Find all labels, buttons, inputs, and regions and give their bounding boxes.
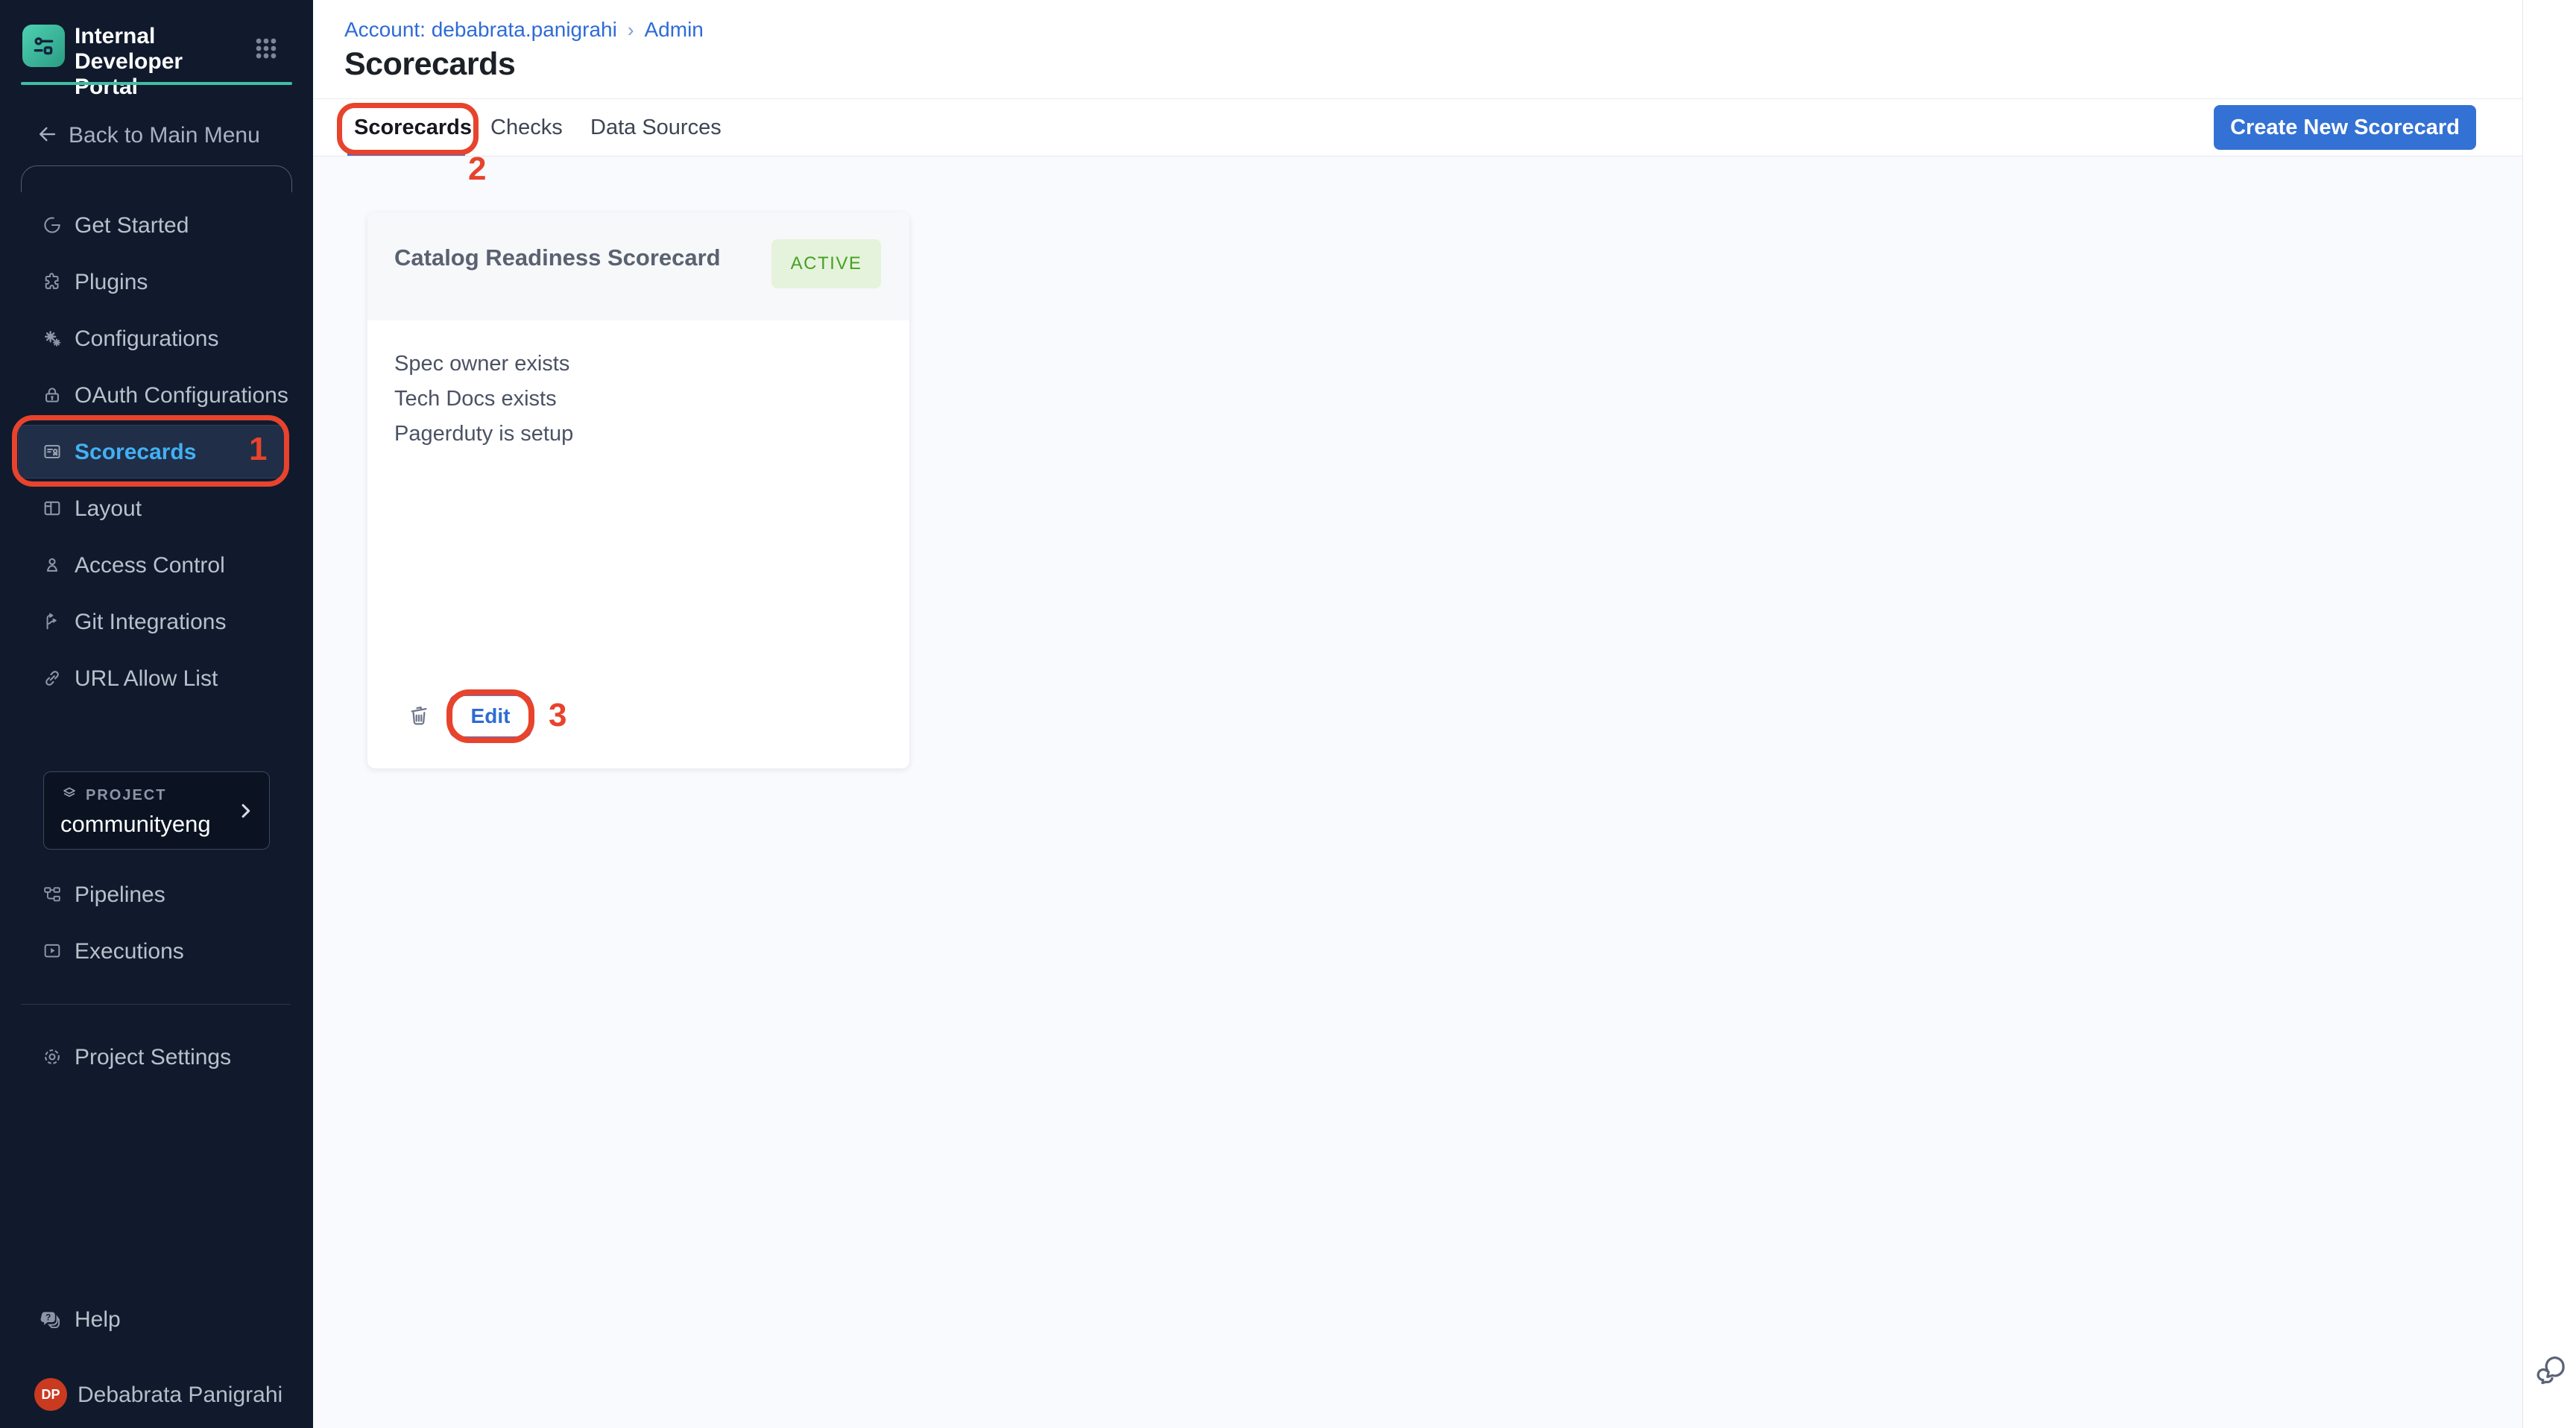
app-root: Internal Developer Portal Back to Main M…	[0, 0, 2576, 1428]
sidebar: Internal Developer Portal Back to Main M…	[0, 0, 313, 1428]
person-icon	[42, 555, 63, 575]
chevron-right-icon	[235, 800, 256, 821]
app-title: Internal Developer Portal	[75, 24, 246, 100]
sidebar-item-url-allow-list[interactable]: URL Allow List	[0, 650, 313, 707]
edit-scorecard-button[interactable]: Edit	[449, 695, 531, 738]
trash-icon	[406, 701, 432, 730]
scorecard-card: Catalog Readiness Scorecard ACTIVE Spec …	[367, 212, 909, 768]
active-tab-underline	[347, 152, 465, 156]
sidebar-divider	[21, 1004, 291, 1005]
sidebar-item-label: Project Settings	[75, 1045, 231, 1070]
sidebar-item-label: OAuth Configurations	[75, 383, 288, 408]
link-icon	[42, 668, 63, 689]
breadcrumb: Account: debabrata.panigrahi › Admin	[344, 18, 704, 42]
scorecard-card-header: Catalog Readiness Scorecard ACTIVE	[367, 212, 909, 320]
sidebar-item-label: Access Control	[75, 553, 225, 578]
sidebar-item-label: Pipelines	[75, 882, 165, 908]
support-chat-icon[interactable]	[2534, 1350, 2569, 1386]
scorecard-checks-list: Spec owner exists Tech Docs exists Pager…	[394, 347, 573, 452]
user-menu[interactable]: DP Debabrata Panigrahi	[0, 1368, 313, 1421]
sidebar-item-label: Git Integrations	[75, 610, 226, 635]
breadcrumb-admin-link[interactable]: Admin	[645, 18, 704, 42]
sidebar-item-layout[interactable]: Layout	[0, 480, 313, 537]
back-to-main-menu[interactable]: Back to Main Menu	[0, 113, 313, 155]
breadcrumb-account-link[interactable]: Account: debabrata.panigrahi	[344, 18, 617, 42]
idp-logo-glyph	[30, 32, 57, 60]
check-item: Spec owner exists	[394, 347, 573, 382]
sidebar-item-label: Scorecards	[75, 440, 196, 465]
configurations-icon	[42, 328, 63, 349]
sidebar-item-label: URL Allow List	[75, 666, 218, 692]
delete-scorecard-button[interactable]	[406, 701, 432, 730]
avatar: DP	[34, 1378, 67, 1411]
scorecard-title: Catalog Readiness Scorecard	[394, 244, 721, 271]
help-chat-icon: ?	[37, 1307, 63, 1333]
project-name: communityeng	[60, 811, 211, 838]
sidebar-item-project-settings[interactable]: Project Settings	[0, 1029, 313, 1085]
arrow-left-icon	[36, 123, 58, 145]
tab-data-sources[interactable]: Data Sources	[590, 116, 722, 140]
nav-panel-top-edge	[21, 165, 292, 192]
app-grid-icon[interactable]	[253, 36, 279, 61]
tab-bar: Scorecards Checks Data Sources Create Ne…	[313, 99, 2576, 157]
sidebar-item-oauth-configurations[interactable]: OAuth Configurations	[0, 367, 313, 423]
page-header	[313, 0, 2576, 99]
back-label: Back to Main Menu	[69, 123, 260, 148]
help-label: Help	[75, 1307, 121, 1333]
sidebar-item-configurations[interactable]: Configurations	[0, 310, 313, 367]
git-branch-icon	[42, 611, 63, 632]
plugins-icon	[42, 271, 63, 292]
content-area: Catalog Readiness Scorecard ACTIVE Spec …	[313, 157, 2522, 1428]
sidebar-item-access-control[interactable]: Access Control	[0, 537, 313, 593]
executions-icon	[42, 941, 63, 961]
svg-text:?: ?	[45, 1312, 51, 1323]
create-new-scorecard-button[interactable]: Create New Scorecard	[2214, 105, 2476, 150]
tab-checks[interactable]: Checks	[490, 116, 563, 140]
sidebar-item-pipelines[interactable]: Pipelines	[0, 866, 313, 923]
sidebar-item-scorecards[interactable]: Scorecards	[0, 423, 313, 480]
sidebar-item-label: Plugins	[75, 270, 148, 295]
annotation-number-3: 3	[549, 697, 566, 734]
sidebar-item-git-integrations[interactable]: Git Integrations	[0, 593, 313, 650]
check-item: Pagerduty is setup	[394, 417, 573, 452]
sidebar-item-get-started[interactable]: Get Started	[0, 197, 313, 253]
sidebar-item-label: Executions	[75, 939, 184, 964]
sidebar-item-help[interactable]: ? Help	[0, 1291, 313, 1348]
check-item: Tech Docs exists	[394, 382, 573, 417]
sidebar-item-label: Configurations	[75, 326, 218, 352]
scorecards-icon	[42, 441, 63, 462]
user-name: Debabrata Panigrahi	[78, 1383, 282, 1408]
right-side-strip	[2522, 0, 2576, 1428]
breadcrumb-separator-icon: ›	[628, 19, 634, 42]
layers-icon	[60, 785, 78, 803]
sidebar-item-plugins[interactable]: Plugins	[0, 253, 313, 310]
get-started-icon	[42, 215, 63, 236]
status-badge: ACTIVE	[771, 239, 881, 288]
lock-icon	[42, 385, 63, 405]
page-title: Scorecards	[344, 46, 515, 83]
sidebar-item-label: Get Started	[75, 213, 189, 238]
tab-scorecards[interactable]: Scorecards	[354, 116, 472, 140]
gear-icon	[42, 1046, 63, 1067]
idp-logo	[22, 25, 65, 67]
sidebar-item-label: Layout	[75, 496, 142, 522]
project-kicker: PROJECT	[86, 787, 166, 804]
sidebar-accent-rule	[21, 82, 292, 85]
layout-icon	[42, 498, 63, 519]
pipelines-icon	[42, 884, 63, 905]
project-selector[interactable]: PROJECT communityeng	[43, 771, 270, 850]
sidebar-item-executions[interactable]: Executions	[0, 923, 313, 979]
